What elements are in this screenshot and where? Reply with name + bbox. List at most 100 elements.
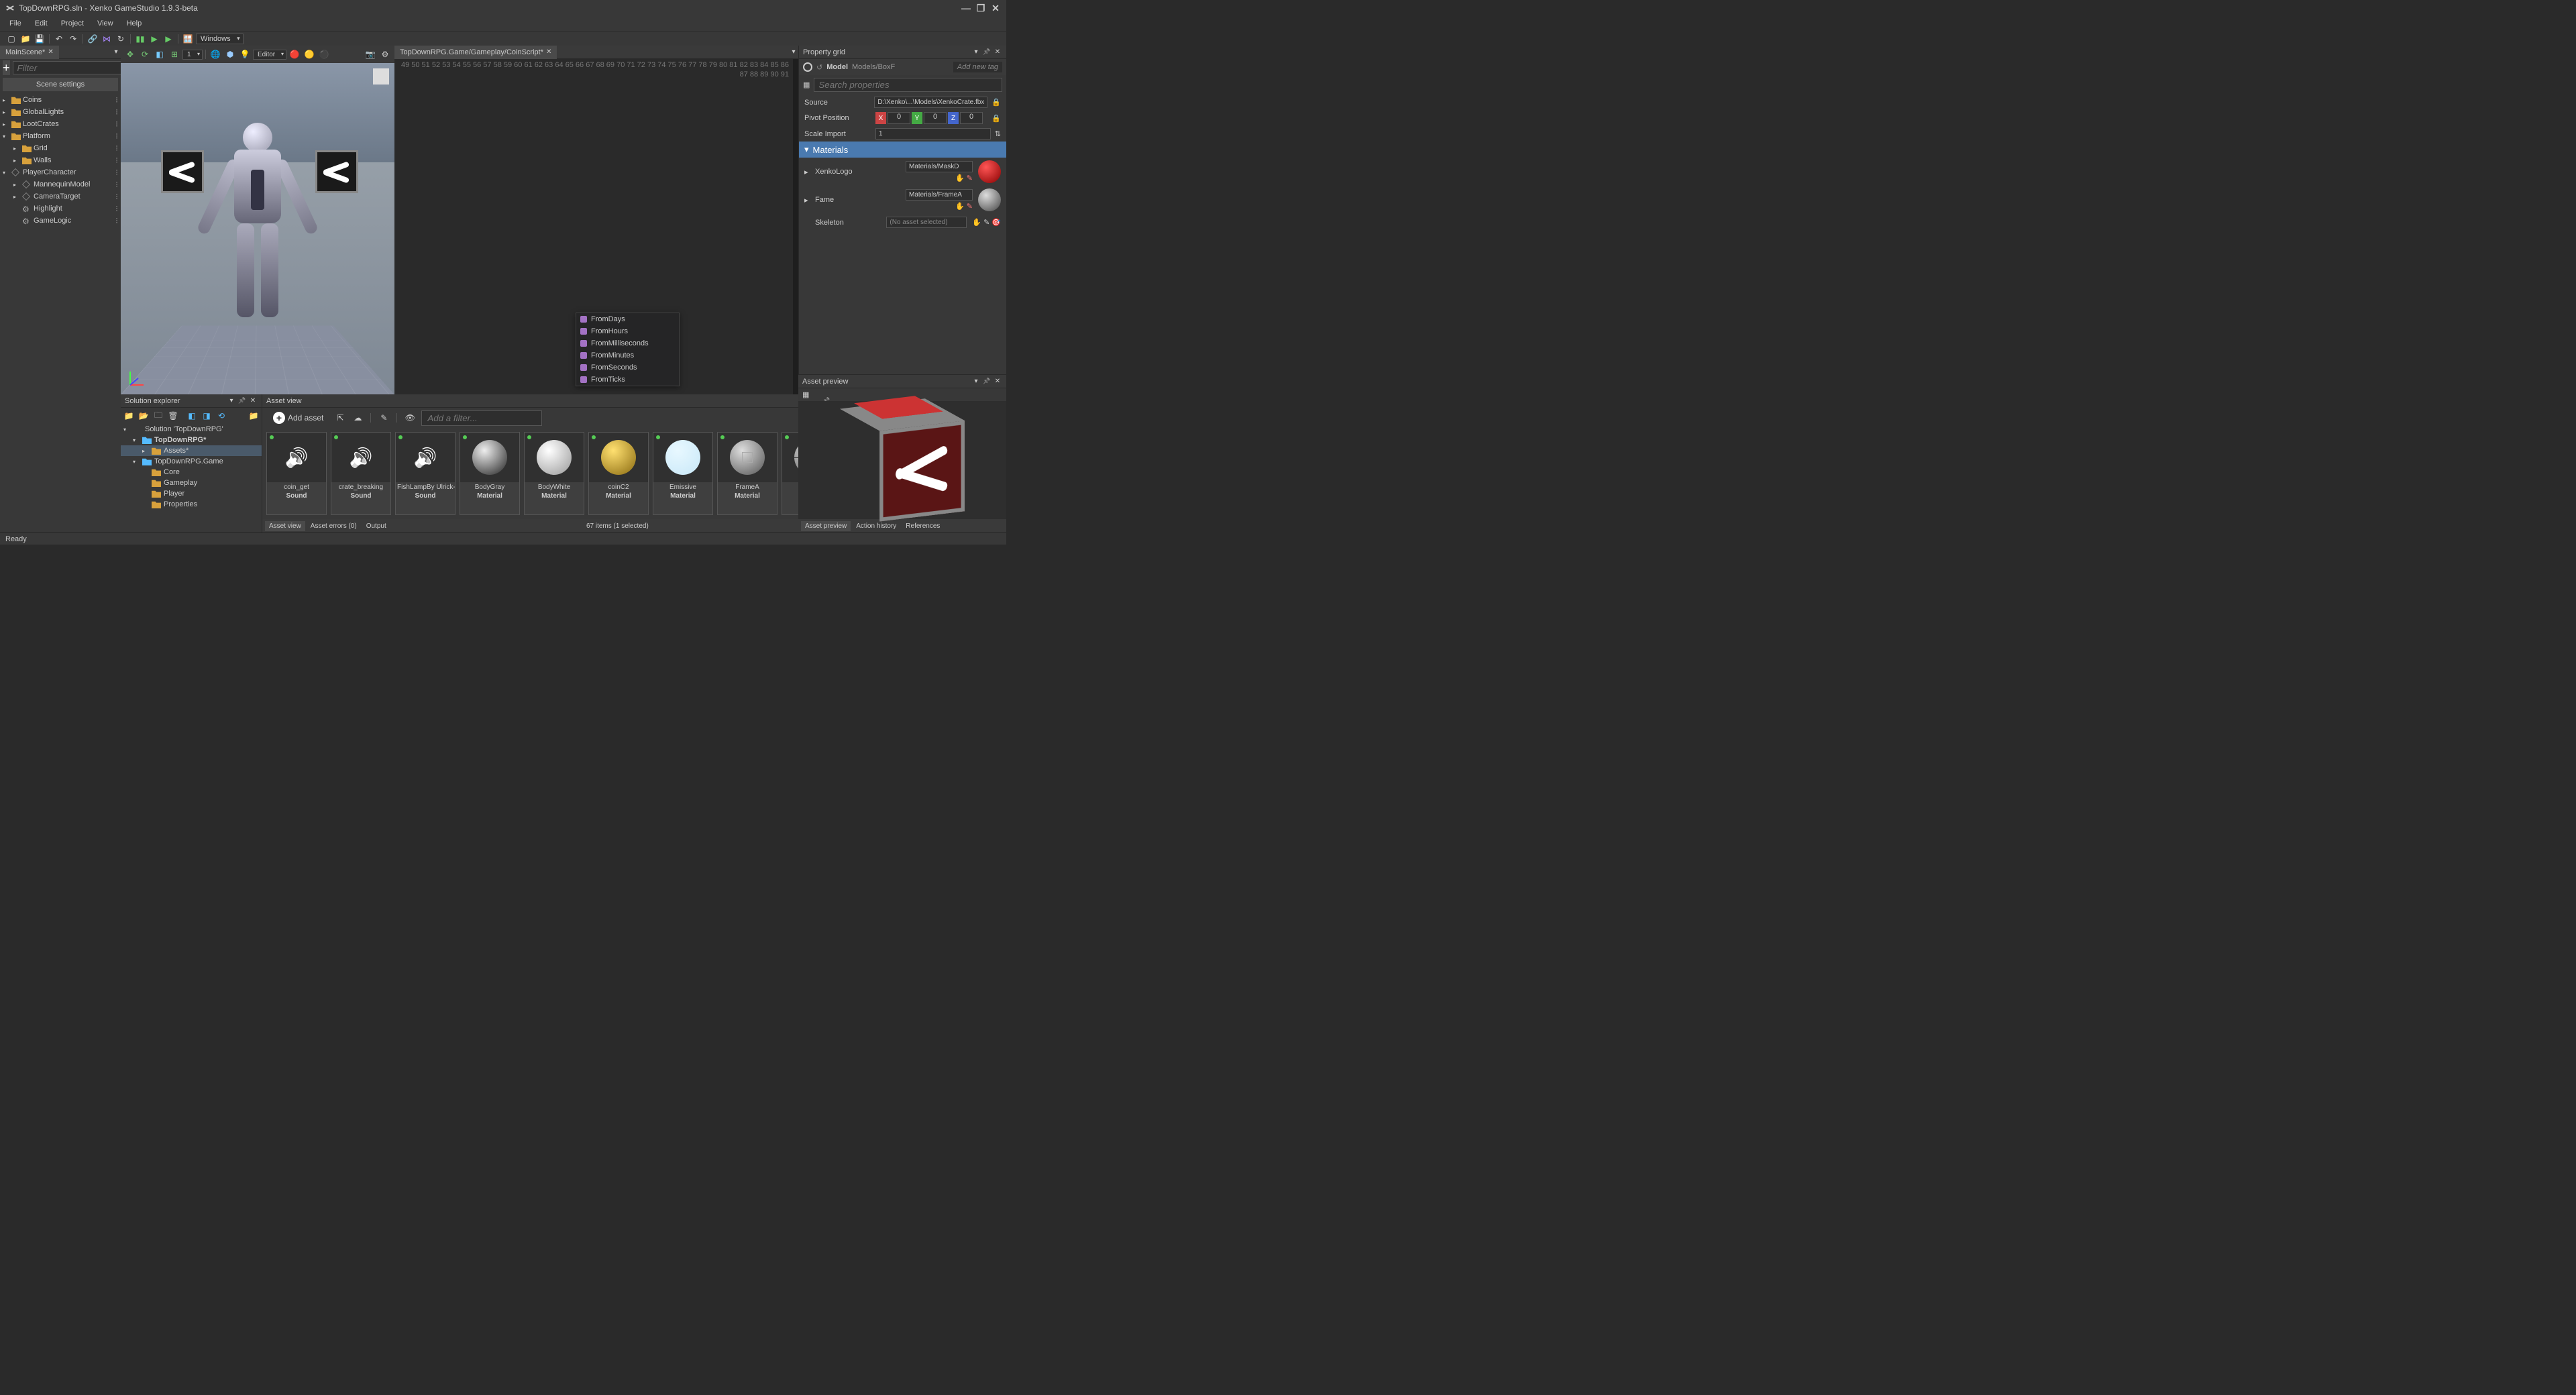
save-icon[interactable]: 💾	[34, 33, 46, 45]
footer-tab[interactable]: Action history	[852, 521, 900, 531]
add-entity-button[interactable]: +	[3, 60, 10, 75]
rotate-gizmo-icon[interactable]: ⟳	[138, 48, 152, 61]
translate-gizmo-icon[interactable]: ✥	[123, 48, 137, 61]
tree-item[interactable]: ▸GlobalLights⁝	[0, 106, 121, 118]
viewport-mode-combo[interactable]: Editor	[253, 50, 286, 60]
folder-open-icon[interactable]: 📂	[138, 410, 149, 421]
tree-item-menu-icon[interactable]: ⁝	[115, 131, 118, 141]
completion-item[interactable]: FromMinutes	[576, 349, 679, 361]
tree-item-menu-icon[interactable]: ⁝	[115, 216, 118, 225]
tree-arrow-icon[interactable]: ▾	[3, 133, 9, 140]
material-value[interactable]: Materials/MaskD	[906, 161, 973, 172]
tree-arrow-icon[interactable]: ▸	[3, 121, 9, 127]
collapse-icon[interactable]: ◧	[186, 410, 197, 421]
tree-arrow-icon[interactable]: ▸	[13, 146, 20, 152]
skeleton-value[interactable]: (No asset selected)	[886, 217, 967, 228]
edit-icon[interactable]: ✎	[967, 202, 973, 211]
stepper-icon[interactable]: ⇅	[995, 129, 1001, 138]
solution-item[interactable]: ▸Assets*	[121, 445, 262, 456]
tree-arrow-icon[interactable]: ▸	[3, 109, 9, 115]
sphere1-icon[interactable]: 🔴	[288, 48, 301, 61]
add-tag-button[interactable]: Add new tag	[953, 62, 1002, 72]
folder-add-icon[interactable]: 📁	[248, 410, 259, 421]
menu-file[interactable]: File	[3, 18, 28, 29]
footer-tab[interactable]: Asset view	[265, 521, 305, 531]
preview-viewport[interactable]	[798, 401, 1006, 519]
tree-arrow-icon[interactable]: ▸	[142, 448, 149, 454]
solution-item[interactable]: Gameplay	[121, 478, 262, 488]
footer-tab[interactable]: Output	[362, 521, 390, 531]
nav-cube-icon[interactable]	[373, 68, 389, 85]
sync-icon[interactable]: ⟲	[216, 410, 227, 421]
solution-item[interactable]: Core	[121, 467, 262, 478]
chevron-right-icon[interactable]: ▸	[804, 196, 810, 205]
pivot-y-input[interactable]: 0	[924, 112, 947, 124]
tree-item[interactable]: ▾Platform⁝	[0, 130, 121, 142]
dropdown-icon[interactable]: ▾	[227, 396, 236, 406]
asset-card[interactable]: coin_getSound	[266, 432, 327, 515]
solution-item[interactable]: ▾Solution 'TopDownRPG'	[121, 424, 262, 435]
tree-item[interactable]: ▸Coins⁝	[0, 94, 121, 106]
reset-icon[interactable]: ↺	[816, 63, 822, 72]
menu-view[interactable]: View	[91, 18, 120, 29]
link-icon[interactable]: 🔗	[87, 33, 99, 45]
tab-dropdown-icon[interactable]: ▾	[111, 48, 121, 57]
close-icon[interactable]: ✕	[993, 377, 1002, 386]
browse-icon[interactable]: 🔒	[991, 98, 1001, 107]
close-icon[interactable]: ✕	[546, 48, 551, 56]
redo-icon[interactable]: ↷	[67, 33, 79, 45]
lock-icon[interactable]: 🔒	[991, 114, 1001, 123]
platform-combo[interactable]: Windows	[196, 34, 244, 44]
light-icon[interactable]: 💡	[238, 48, 252, 61]
materials-section-header[interactable]: ▾ Materials	[799, 142, 1006, 158]
tree-item-menu-icon[interactable]: ⁝	[115, 95, 118, 105]
sphere2-icon[interactable]: 🟡	[303, 48, 316, 61]
code-editor[interactable]: 49 50 51 52 53 54 55 56 57 58 59 60 61 6…	[394, 59, 798, 394]
close-button[interactable]: ✕	[990, 3, 1001, 13]
scene-settings-button[interactable]: Scene settings	[3, 78, 118, 91]
pivot-x-input[interactable]: 0	[888, 112, 910, 124]
cloud-icon[interactable]: ☁	[352, 412, 364, 424]
footer-tab[interactable]: Asset preview	[801, 521, 851, 531]
solution-item[interactable]: Properties	[121, 499, 262, 510]
snap-icon[interactable]: ⊞	[168, 48, 181, 61]
tree-item[interactable]: ▸Grid⁝	[0, 142, 121, 154]
completion-item[interactable]: FromMilliseconds	[576, 337, 679, 349]
maximize-button[interactable]: ❐	[975, 3, 986, 13]
sphere3-icon[interactable]: ⚫	[317, 48, 331, 61]
completion-item[interactable]: FromDays	[576, 313, 679, 325]
asset-card[interactable]: EmissiveMaterial	[653, 432, 713, 515]
vs-icon[interactable]: ⋈	[101, 33, 113, 45]
tree-arrow-icon[interactable]: ▸	[13, 194, 20, 200]
hand-icon[interactable]: ✋	[955, 174, 965, 182]
pin-icon[interactable]	[237, 396, 247, 406]
folder-new-icon[interactable]: 📁	[123, 410, 134, 421]
tree-item[interactable]: ▸MannequinModel⁝	[0, 178, 121, 190]
open-icon[interactable]: 📁	[19, 33, 32, 45]
world-icon[interactable]: 🌐	[209, 48, 222, 61]
settings-icon[interactable]: ⚙	[378, 48, 392, 61]
dropdown-icon[interactable]: ▾	[971, 48, 981, 57]
play-icon[interactable]: ▶	[148, 33, 160, 45]
tree-arrow-icon[interactable]: ▸	[13, 182, 20, 188]
hand-icon[interactable]: ✋	[972, 218, 981, 227]
tree-arrow-icon[interactable]: ▾	[133, 459, 140, 465]
asset-card[interactable]: coinC2Material	[588, 432, 649, 515]
hand-icon[interactable]: ✋	[955, 202, 965, 211]
tree-item[interactable]: ▸Walls⁝	[0, 154, 121, 166]
code-tab[interactable]: TopDownRPG.Game/Gameplay/CoinScript* ✕	[394, 46, 557, 59]
material-value[interactable]: Materials/FrameA	[906, 189, 973, 201]
pivot-z-input[interactable]: 0	[960, 112, 983, 124]
tree-item-menu-icon[interactable]: ⁝	[115, 156, 118, 165]
tree-arrow-icon[interactable]: ▸	[3, 97, 9, 103]
tree-item[interactable]: GameLogic⁝	[0, 215, 121, 227]
scale-gizmo-icon[interactable]: ◧	[153, 48, 166, 61]
edit-icon[interactable]: ✎	[967, 174, 973, 182]
tree-item-menu-icon[interactable]: ⁝	[115, 168, 118, 177]
solution-item[interactable]: ▾TopDownRPG.Game	[121, 456, 262, 467]
play-debug-icon[interactable]: ▶	[162, 33, 174, 45]
grid-icon[interactable]: ▦	[803, 80, 810, 89]
edit-icon[interactable]: ✎	[983, 218, 989, 227]
preview-options-icon[interactable]: ▦	[802, 391, 809, 399]
cube-icon[interactable]: ⬢	[223, 48, 237, 61]
